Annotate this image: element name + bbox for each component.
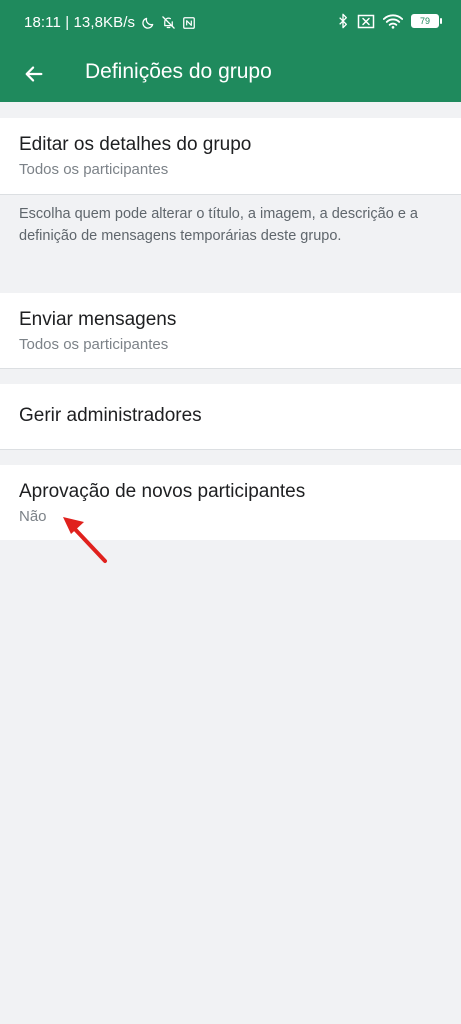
bluetooth-icon [339, 13, 348, 29]
setting-title: Editar os detalhes do grupo [19, 134, 252, 155]
status-bar: 18:11 | 13,8KB/s 79 [0, 0, 461, 46]
divider [0, 368, 461, 369]
moon-icon [142, 17, 154, 29]
setting-title: Aprovação de novos participantes [19, 481, 306, 502]
status-right: 79 [337, 13, 442, 29]
setting-manage-admins[interactable]: Gerir administradores [0, 384, 461, 449]
divider [0, 449, 461, 450]
notifications-off-icon [162, 16, 175, 29]
setting-send-messages[interactable]: Enviar mensagens Todos os participantes [0, 293, 461, 368]
page-title: Definições do grupo [85, 60, 272, 83]
battery-icon: 79 [411, 14, 442, 28]
setting-value: Todos os participantes [19, 161, 169, 178]
status-left: 18:11 | 13,8KB/s [24, 14, 196, 31]
setting-value: Não [19, 508, 47, 525]
setting-edit-group-details[interactable]: Editar os detalhes do grupo Todos os par… [0, 118, 461, 194]
annotation-arrow-icon [63, 517, 107, 563]
back-arrow-icon [25, 66, 43, 82]
setting-title: Gerir administradores [19, 405, 202, 426]
no-sim-icon [357, 14, 375, 28]
divider [0, 194, 461, 195]
nfc-icon [183, 16, 196, 29]
back-button[interactable] [14, 54, 54, 94]
setting-title: Enviar mensagens [19, 309, 177, 330]
setting-value: Todos os participantes [19, 336, 169, 353]
status-time-speed: 18:11 | 13,8KB/s [24, 14, 136, 31]
app-bar: Definições do grupo [0, 46, 461, 102]
wifi-icon [383, 14, 403, 29]
setting-info-text: Escolha quem pode alterar o título, a im… [19, 206, 418, 244]
